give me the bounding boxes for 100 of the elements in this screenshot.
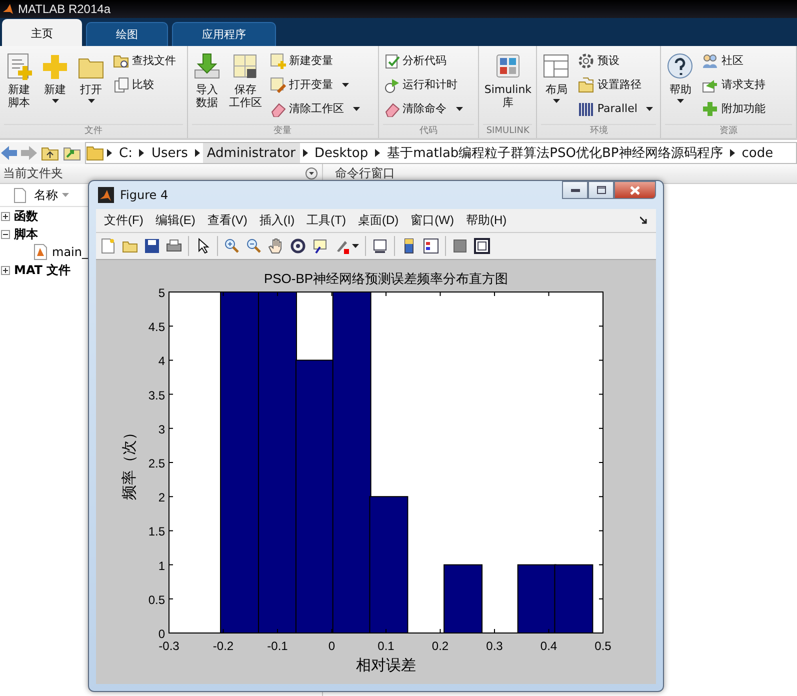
ribbon-button[interactable]: Simulink 库 bbox=[483, 50, 533, 124]
rotate-icon[interactable] bbox=[290, 238, 306, 254]
ribbon-button[interactable]: 新建 脚本 bbox=[4, 50, 34, 124]
tree-item[interactable]: 脚本 bbox=[14, 226, 38, 242]
ribbon-button[interactable]: 分析代码 bbox=[382, 50, 464, 71]
save-icon[interactable] bbox=[144, 238, 160, 254]
ribbon-button[interactable]: 帮助 bbox=[665, 50, 696, 124]
ribbon-button[interactable]: 附加功能 bbox=[701, 98, 766, 119]
ribbon-button[interactable]: Parallel bbox=[577, 98, 654, 119]
ribbon-button[interactable]: 请求支持 bbox=[701, 74, 766, 95]
ribbon-button[interactable]: 打开变量 bbox=[268, 74, 361, 95]
tree-item[interactable]: main_ bbox=[52, 245, 88, 259]
help-icon bbox=[666, 52, 694, 80]
menu-item[interactable]: 查看(V) bbox=[203, 210, 252, 231]
printer-icon[interactable] bbox=[166, 238, 182, 254]
ribbon-button[interactable]: 设置路径 bbox=[577, 74, 654, 95]
data-cursor-icon[interactable] bbox=[312, 238, 328, 254]
close-button[interactable] bbox=[614, 181, 656, 199]
menu-item[interactable]: 窗口(W) bbox=[406, 210, 458, 231]
chevron-icon bbox=[375, 149, 380, 157]
dock-arrow-icon[interactable] bbox=[640, 216, 648, 224]
menu-item[interactable]: 插入(I) bbox=[255, 210, 299, 231]
menu-item[interactable]: 帮助(H) bbox=[462, 210, 511, 231]
clock-arrow-icon bbox=[384, 76, 400, 92]
legend-icon[interactable] bbox=[423, 238, 439, 254]
group-label: 代码 bbox=[382, 124, 474, 138]
import-arrow-icon bbox=[192, 52, 221, 80]
grid-plus-icon bbox=[270, 52, 286, 68]
ribbon-button[interactable]: 社区 bbox=[701, 50, 766, 71]
ribbon-tab[interactable]: 主页 bbox=[2, 19, 82, 46]
ribbon-button[interactable]: 比较 bbox=[112, 74, 177, 95]
menu-item[interactable]: 编辑(E) bbox=[151, 210, 200, 231]
ribbon-button[interactable]: 清除命令 bbox=[382, 98, 464, 119]
zoom-out-icon[interactable] bbox=[246, 238, 262, 254]
grid-save-icon bbox=[231, 52, 260, 80]
tick-label: 0.5 bbox=[594, 639, 612, 653]
path-segment[interactable]: Desktop bbox=[310, 143, 372, 163]
ribbon-button[interactable]: 新建变量 bbox=[268, 50, 361, 71]
caret-icon[interactable] bbox=[352, 244, 359, 248]
caret-icon bbox=[62, 193, 69, 197]
path-segment[interactable]: 基于matlab编程粒子群算法PSO优化BP神经网络源码程序 bbox=[383, 143, 727, 163]
square-icon[interactable] bbox=[452, 238, 468, 254]
eraser-icon bbox=[384, 100, 400, 116]
tick-label: 0.1 bbox=[378, 639, 394, 653]
dropdown-circle-icon[interactable] bbox=[305, 167, 318, 180]
tree-item[interactable]: MAT 文件 bbox=[14, 262, 71, 278]
tick-label: 3 bbox=[158, 422, 165, 436]
tick-label: 0.4 bbox=[540, 639, 558, 653]
gear-icon bbox=[578, 52, 594, 68]
axis-label: 频率（次） bbox=[121, 425, 138, 500]
panel-title: 当前文件夹 bbox=[3, 165, 63, 182]
menu-item[interactable]: 桌面(D) bbox=[354, 210, 403, 231]
menu-item[interactable]: 工具(T) bbox=[302, 210, 350, 231]
ribbon-button[interactable]: 导入 数据 bbox=[192, 50, 222, 124]
minimize-button[interactable] bbox=[562, 181, 588, 199]
bars-icon bbox=[578, 100, 594, 116]
new-document-icon[interactable] bbox=[100, 238, 116, 254]
ribbon-button[interactable]: 查找文件 bbox=[112, 50, 177, 71]
link-plot-icon[interactable] bbox=[372, 238, 388, 254]
path-segment[interactable]: Users bbox=[147, 143, 192, 163]
path-segment[interactable]: code bbox=[738, 143, 778, 163]
back-arrow-icon[interactable] bbox=[1, 146, 17, 160]
ribbon-tab[interactable]: 绘图 bbox=[86, 22, 168, 46]
minimize-icon bbox=[570, 188, 580, 192]
path-segment[interactable]: C: bbox=[115, 143, 136, 163]
eraser-icon bbox=[270, 100, 286, 116]
group-label: 环境 bbox=[541, 124, 656, 138]
expand-icon[interactable] bbox=[1, 266, 10, 274]
brush-icon[interactable] bbox=[334, 238, 350, 254]
tick-label: 0.5 bbox=[148, 592, 165, 607]
ribbon-button[interactable]: 运行和计时 bbox=[382, 74, 464, 95]
ribbon-button[interactable]: 清除工作区 bbox=[268, 98, 361, 119]
folders-icon bbox=[578, 76, 594, 92]
tick-label: 4 bbox=[158, 354, 165, 368]
tick-label: -0.3 bbox=[158, 639, 180, 653]
hand-icon[interactable] bbox=[268, 238, 284, 254]
collapse-icon[interactable] bbox=[1, 230, 10, 238]
path-segment[interactable]: Administrator bbox=[202, 143, 300, 163]
ribbon-tab[interactable]: 应用程序 bbox=[172, 22, 276, 46]
window-title: MATLAB R2014a bbox=[18, 2, 110, 16]
zoom-in-icon[interactable] bbox=[224, 238, 240, 254]
ribbon-button[interactable]: 预设 bbox=[577, 50, 654, 71]
maximize-button[interactable] bbox=[588, 181, 614, 199]
folder-up-icon[interactable] bbox=[41, 145, 59, 161]
column-header[interactable]: 名称 bbox=[34, 186, 69, 204]
expand-icon[interactable] bbox=[1, 212, 10, 220]
axis-label: 相对误差 bbox=[356, 657, 416, 674]
menu-item[interactable]: 文件(F) bbox=[100, 210, 148, 231]
tick-label: 2 bbox=[158, 490, 165, 505]
tree-item[interactable]: 函数 bbox=[14, 208, 38, 224]
ribbon-button[interactable]: 新建 bbox=[40, 50, 70, 124]
plot-frame-icon[interactable] bbox=[474, 238, 490, 254]
chart-title: PSO-BP神经网络预测误差频率分布直方图 bbox=[264, 271, 508, 286]
ribbon-button[interactable]: 打开 bbox=[76, 50, 106, 124]
ribbon-button[interactable]: 布局 bbox=[541, 50, 572, 124]
block-diagram-icon bbox=[494, 52, 522, 80]
tick-label: 4.5 bbox=[148, 320, 165, 334]
tick-label: 0 bbox=[158, 627, 165, 641]
ribbon-button[interactable]: 保存 工作区 bbox=[228, 50, 263, 124]
chevron-icon bbox=[302, 149, 308, 157]
